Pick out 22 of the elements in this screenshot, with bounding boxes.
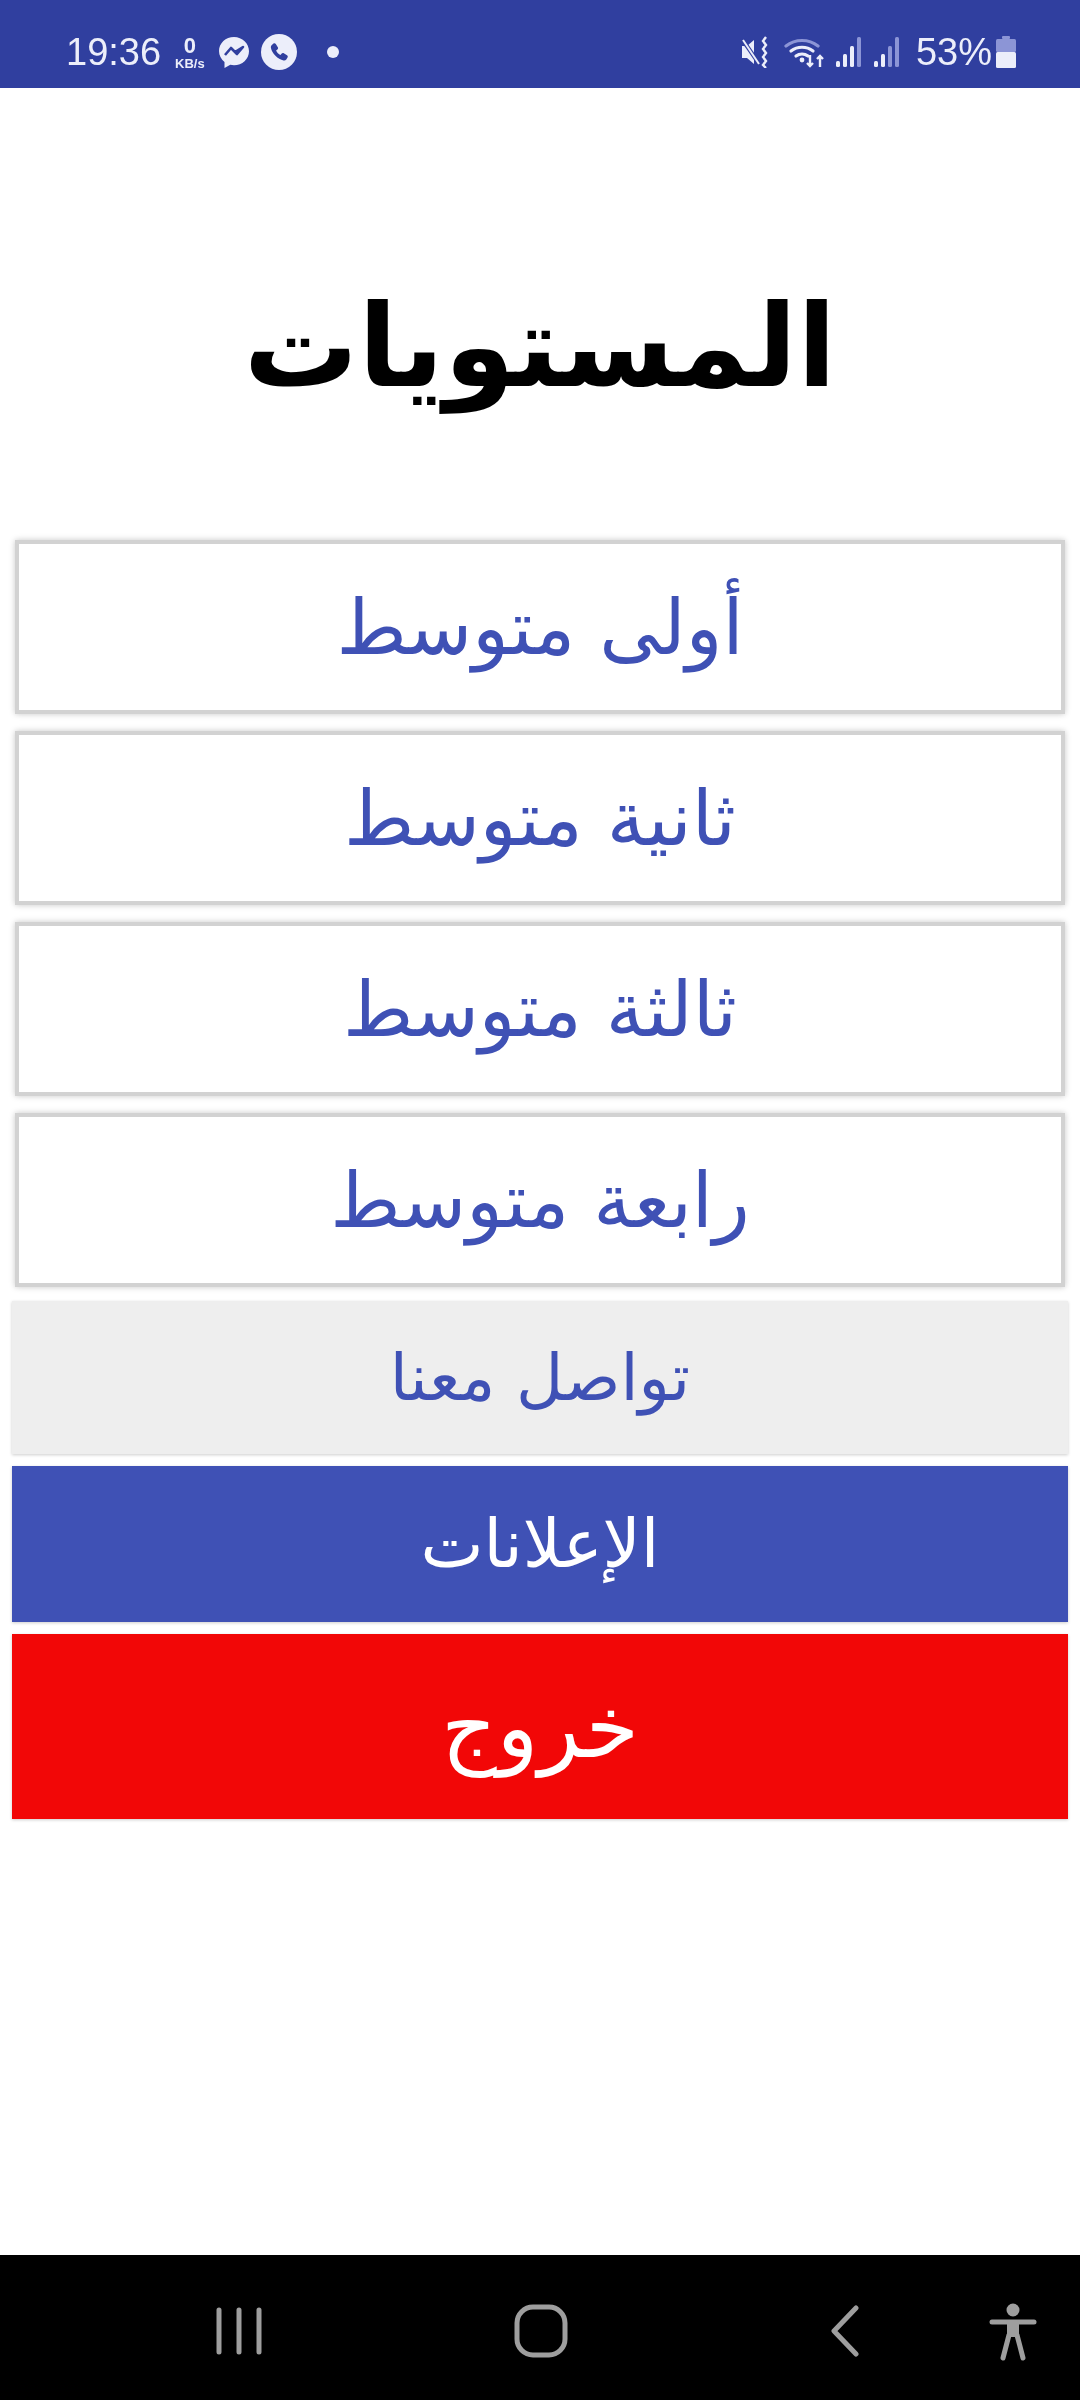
level-button[interactable]: رابعة متوسط bbox=[15, 1113, 1065, 1287]
page-title: المستويات bbox=[242, 280, 838, 414]
signal-strength-icon bbox=[873, 37, 900, 67]
exit-button[interactable]: خروج bbox=[12, 1634, 1068, 1819]
messenger-icon bbox=[218, 36, 249, 68]
back-icon[interactable] bbox=[830, 2305, 860, 2357]
level-button[interactable]: أولى متوسط bbox=[15, 540, 1065, 714]
level-button[interactable]: ثالثة متوسط bbox=[15, 922, 1065, 1096]
clock-time: 19:36 bbox=[66, 32, 162, 72]
phone-icon bbox=[260, 34, 297, 70]
announcements-button[interactable]: الإعلانات bbox=[12, 1466, 1068, 1622]
battery-percent: 53% bbox=[915, 32, 992, 72]
home-icon[interactable] bbox=[514, 2304, 568, 2358]
level-button[interactable]: ثانية متوسط bbox=[15, 731, 1065, 905]
accessibility-icon[interactable] bbox=[989, 2303, 1037, 2361]
notification-dot-icon bbox=[326, 46, 339, 58]
network-speed: 0 KB/s bbox=[175, 34, 205, 70]
wifi-icon bbox=[783, 36, 826, 68]
contact-button[interactable]: تواصل معنا bbox=[12, 1301, 1068, 1454]
battery-icon bbox=[996, 36, 1016, 68]
signal-strength-icon bbox=[835, 37, 862, 67]
recent-apps-icon[interactable] bbox=[216, 2307, 262, 2355]
